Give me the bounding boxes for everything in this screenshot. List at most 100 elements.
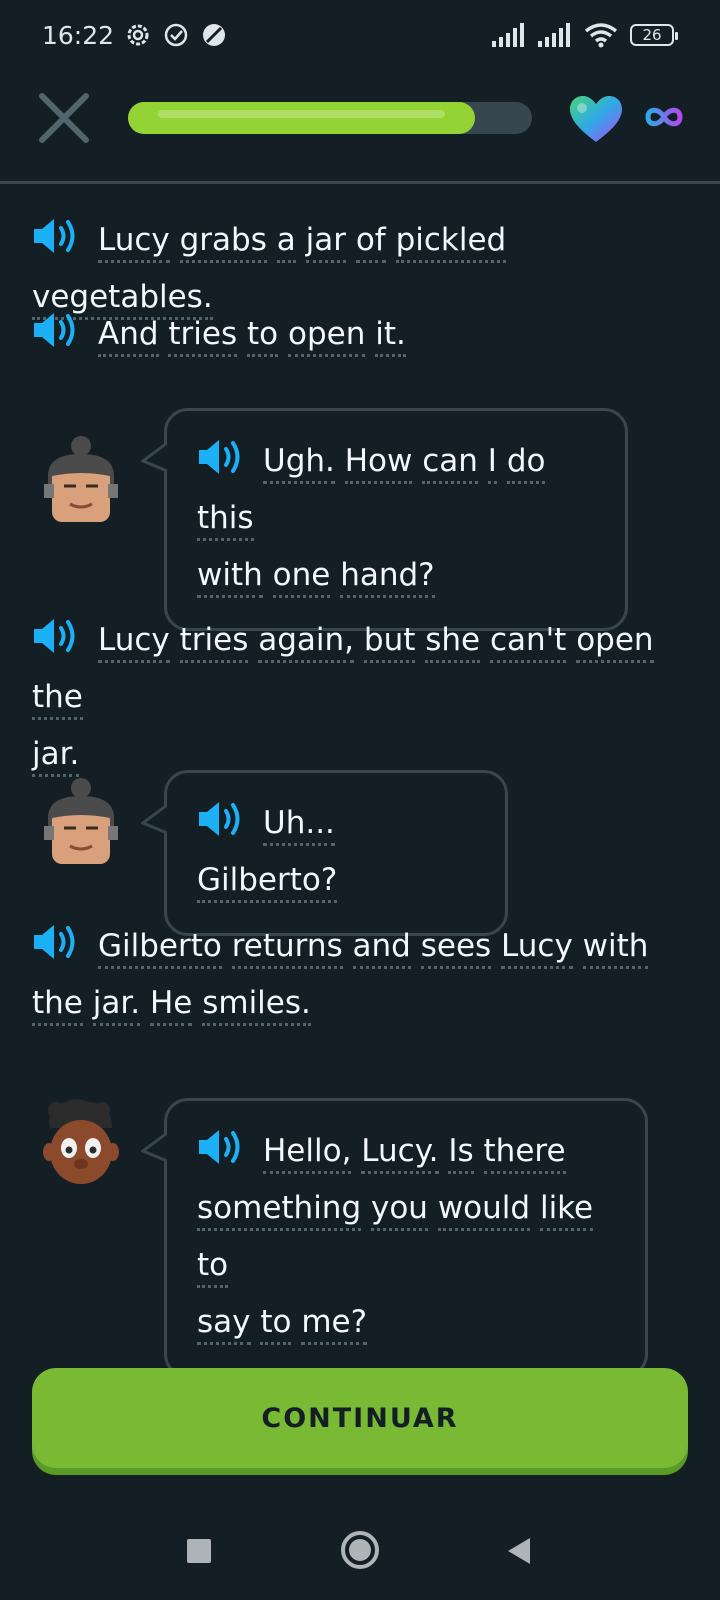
word-token[interactable]: smiles. [202,985,311,1026]
word-token[interactable]: she [425,622,481,663]
word-token[interactable]: sees [420,928,492,969]
word-token[interactable]: the [32,985,83,1026]
word-token[interactable]: like [539,1190,594,1231]
word-token[interactable]: Is [448,1133,474,1174]
word-token[interactable]: the [32,679,83,720]
word-token[interactable]: jar. [32,736,80,777]
narration-line: Gilberto returns and sees Lucy with the … [32,918,692,1032]
narration-text: And tries to open it. [98,316,406,357]
back-button[interactable] [506,1536,532,1566]
gilberto-avatar [43,1099,119,1184]
heart-icon[interactable] [568,94,624,144]
speech-bubble: Ugh. How can I do this with one hand? [141,408,628,631]
word-token[interactable]: to [260,1304,292,1345]
word-token[interactable]: you [371,1190,428,1231]
word-token[interactable]: jar. [92,985,141,1026]
word-token[interactable]: it. [375,316,406,357]
word-token[interactable]: something [197,1190,362,1231]
close-icon[interactable] [38,92,90,144]
bubble-tail [141,805,167,835]
word-token[interactable]: tries [168,316,238,357]
word-token[interactable]: do [506,443,546,484]
home-button[interactable] [340,1530,380,1570]
speaker-icon[interactable] [197,437,247,477]
word-token[interactable]: Gilberto? [197,862,338,903]
progress-bar [128,102,532,134]
word-token[interactable]: with [197,557,263,598]
word-token[interactable]: with [582,928,649,969]
narration-text: jar. [32,736,80,777]
signal-icon [492,23,524,47]
lucy-avatar [44,436,118,522]
word-token[interactable]: open [576,622,654,663]
word-token[interactable]: Lucy [501,928,573,969]
status-bar: 16:22 26 [0,0,720,70]
word-token[interactable]: to [197,1247,229,1288]
lucy-avatar [44,778,118,864]
status-left: 16:22 [42,21,228,50]
word-token[interactable]: me? [301,1304,368,1345]
word-token[interactable]: I [487,443,497,484]
narration-text: Gilberto returns and sees Lucy with [98,928,649,969]
word-token[interactable]: grabs [179,222,267,263]
bubble-text: Hello, Lucy. Is there [263,1133,566,1174]
recents-button[interactable] [186,1538,212,1564]
check-circle-icon [164,23,188,47]
narration-line: Lucy tries again, but she can't open the… [32,612,692,783]
word-token[interactable]: Gilberto [98,928,222,969]
word-token[interactable]: can [422,443,478,484]
word-token[interactable]: Ugh. [263,443,335,484]
word-token[interactable]: And [98,316,159,357]
speech-bubble: Uh... Gilberto? [141,770,508,936]
speaker-icon[interactable] [32,216,82,256]
speaker-icon[interactable] [32,310,82,350]
word-token[interactable]: again, [258,622,355,663]
narration-line: And tries to open it. [32,306,692,363]
word-token[interactable]: tries [179,622,249,663]
system-nav-bar [0,1514,720,1594]
narration-text: Lucy tries again, but she can't open the [32,622,654,720]
word-token[interactable]: there [483,1133,566,1174]
word-token[interactable]: open [288,316,366,357]
word-token[interactable]: Lucy. [361,1133,439,1174]
word-token[interactable]: to [247,316,279,357]
word-token[interactable]: say [197,1304,251,1345]
word-token[interactable]: returns [231,928,343,969]
continue-button[interactable]: CONTINUAR [32,1368,688,1468]
word-token[interactable]: hand? [340,557,435,598]
speaker-icon[interactable] [197,1127,247,1167]
infinity-icon [645,107,683,127]
word-token[interactable]: but [363,622,416,663]
clock: 16:22 [42,20,115,50]
speaker-icon[interactable] [32,616,82,656]
bubble-tail [141,1133,167,1163]
word-token[interactable]: a [276,222,296,263]
bubble-text: with one hand? [197,557,435,598]
word-token[interactable]: can't [489,622,567,663]
signal-icon [538,23,570,47]
word-token[interactable]: Lucy [98,222,170,263]
word-token[interactable]: How [344,443,413,484]
word-token[interactable]: jar [305,222,346,263]
bubble-text: something you would like to [197,1190,594,1288]
word-token[interactable]: and [352,928,411,969]
battery-icon: 26 [630,24,678,46]
word-token[interactable]: this [197,500,254,541]
speech-bubble: Hello, Lucy. Is there something you woul… [141,1098,648,1378]
word-token[interactable]: Hello, [263,1133,352,1174]
bubble-tail [141,443,167,473]
bubble-text: say to me? [197,1304,368,1345]
word-token[interactable]: pickled [395,222,507,263]
word-token[interactable]: Uh... [263,805,335,846]
word-token[interactable]: of [355,222,386,263]
progress-bar-fill [128,102,475,134]
progress-bar-shine [158,110,445,118]
wifi-icon [584,23,618,48]
word-token[interactable]: He [149,985,193,1026]
word-token[interactable]: would [437,1190,531,1231]
word-token[interactable]: Lucy [98,622,170,663]
speaker-icon[interactable] [32,922,82,962]
word-token[interactable]: one [272,557,331,598]
lesson-header [0,70,720,184]
speaker-icon[interactable] [197,799,247,839]
